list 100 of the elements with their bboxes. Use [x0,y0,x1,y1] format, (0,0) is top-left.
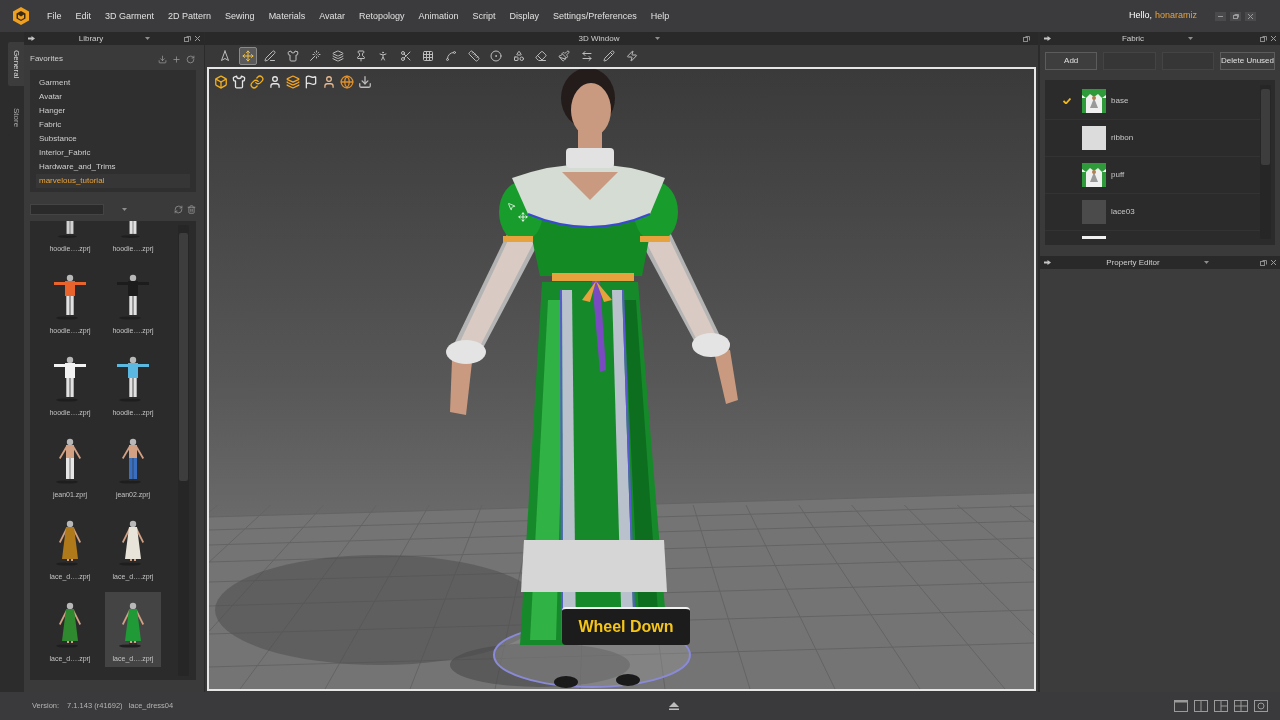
toolbar-button[interactable] [238,47,257,65]
close-icon[interactable] [195,36,200,41]
panel-title: 3D Window [578,34,620,43]
move-icon [241,50,254,62]
panel-title: Library [78,34,104,43]
restore-icon[interactable] [1260,259,1267,266]
menu-item[interactable]: File [47,11,62,21]
menu-item[interactable]: 3D Garment [105,11,155,21]
caret-icon[interactable] [122,207,127,211]
menu-item[interactable]: 2D Pattern [168,11,212,21]
flag-icon[interactable] [304,75,318,89]
minimize-icon [1218,15,1223,17]
dot-circle-icon [490,50,503,62]
menu-item[interactable]: Edit [75,11,92,21]
minimize-button[interactable] [1215,11,1226,21]
close-button[interactable] [1245,11,1256,21]
restore-icon[interactable] [1260,35,1267,42]
refresh-icon[interactable] [174,204,183,214]
shapes-icon [512,50,525,62]
pen-icon [264,50,277,62]
shirt-icon[interactable] [232,75,246,89]
caret-icon[interactable] [1188,37,1194,40]
pencil-icon [603,50,616,62]
three-pane-icon[interactable] [1214,700,1228,712]
two-pane-icon[interactable] [1194,700,1208,712]
right-arrow-icon[interactable] [1044,36,1051,41]
menu-item[interactable]: Help [650,11,670,21]
panel-title: Fabric [1121,34,1145,43]
fabric-name: ribbon [1111,132,1134,144]
menu-item[interactable]: Settings/Preferences [553,11,637,21]
close-icon [1248,13,1253,19]
lightning-icon [625,50,638,62]
person-icon[interactable] [322,75,336,89]
fabric-name: puff [1111,169,1125,181]
favorites-item[interactable]: marvelous_tutorial [36,174,190,188]
wand-icon [309,50,322,62]
panel-button[interactable]: Add [1045,52,1098,70]
move-cursor-icon [518,212,528,222]
right-arrow-icon[interactable] [1044,260,1051,265]
four-pane-icon[interactable] [1234,700,1248,712]
username-text: honaramiz [1154,9,1197,23]
menu-item[interactable]: Sewing [225,11,255,21]
shirt-icon [286,50,299,62]
restore-button[interactable] [1230,11,1241,21]
eraser-icon [535,50,548,62]
restore-icon[interactable] [1023,35,1030,42]
favorites-item[interactable]: Substance [36,132,190,146]
rings-icon[interactable] [250,75,264,89]
grid-icon [422,50,435,62]
side-tab[interactable]: General [8,42,24,87]
caret-icon[interactable] [1203,261,1209,264]
menu-item[interactable]: Materials [268,11,306,21]
panel-title: Property Editor [1106,258,1160,267]
app-logo-icon [12,7,30,25]
layers-icon[interactable] [286,75,300,89]
favorites-item[interactable]: Avatar [36,90,190,104]
section-label: Favorites [30,53,63,65]
pointer-icon [507,202,516,211]
arrow-icon [219,50,231,62]
curve-icon [444,50,457,62]
check-icon[interactable] [1063,98,1071,104]
menu-item[interactable]: Avatar [319,11,345,21]
menu-item[interactable]: Script [472,11,496,21]
favorites-item[interactable]: Hardware_and_Trims [36,160,190,174]
favorites-item[interactable]: Fabric [36,118,190,132]
ruler-icon [467,50,480,62]
refresh-icon[interactable] [186,54,195,64]
fabric-name: lace03 [1111,206,1135,218]
favorites-item[interactable]: Hanger [36,104,190,118]
caret-icon[interactable] [655,37,661,40]
person-icon[interactable] [268,75,282,89]
search-field[interactable] [30,203,104,215]
menu-item[interactable]: Animation [418,11,459,21]
caption-text: Wheel Down [578,617,674,637]
cube-icon[interactable] [214,75,228,89]
greeting-text: Hello, [1128,9,1152,23]
favorites-item[interactable]: Garment [36,76,190,90]
menu-item[interactable]: Display [509,11,540,21]
panel-button[interactable]: Delete Unused [1220,52,1275,70]
fabric-name: base [1111,95,1129,107]
download-icon[interactable] [158,54,167,64]
globe-icon[interactable] [340,75,354,89]
close-icon[interactable] [1271,260,1276,265]
menu-item[interactable]: Retopology [359,11,405,21]
right-arrow-icon[interactable] [28,36,35,41]
brush-icon [557,50,570,62]
pin-icon [354,50,367,62]
plus-icon[interactable] [172,54,181,64]
layers-icon [331,50,344,62]
circle-in-square-icon[interactable] [1254,700,1268,712]
close-icon[interactable] [1271,36,1276,41]
trash-icon[interactable] [187,204,196,214]
favorites-item[interactable]: Interior_Fabric [36,146,190,160]
download-icon[interactable] [358,75,372,89]
window-icon[interactable] [1174,700,1188,712]
arrows-icon [580,50,593,62]
up-triangle-icon[interactable] [669,702,679,710]
restore-icon [1232,13,1239,19]
restore-icon[interactable] [184,35,191,42]
caret-icon[interactable] [145,37,151,40]
